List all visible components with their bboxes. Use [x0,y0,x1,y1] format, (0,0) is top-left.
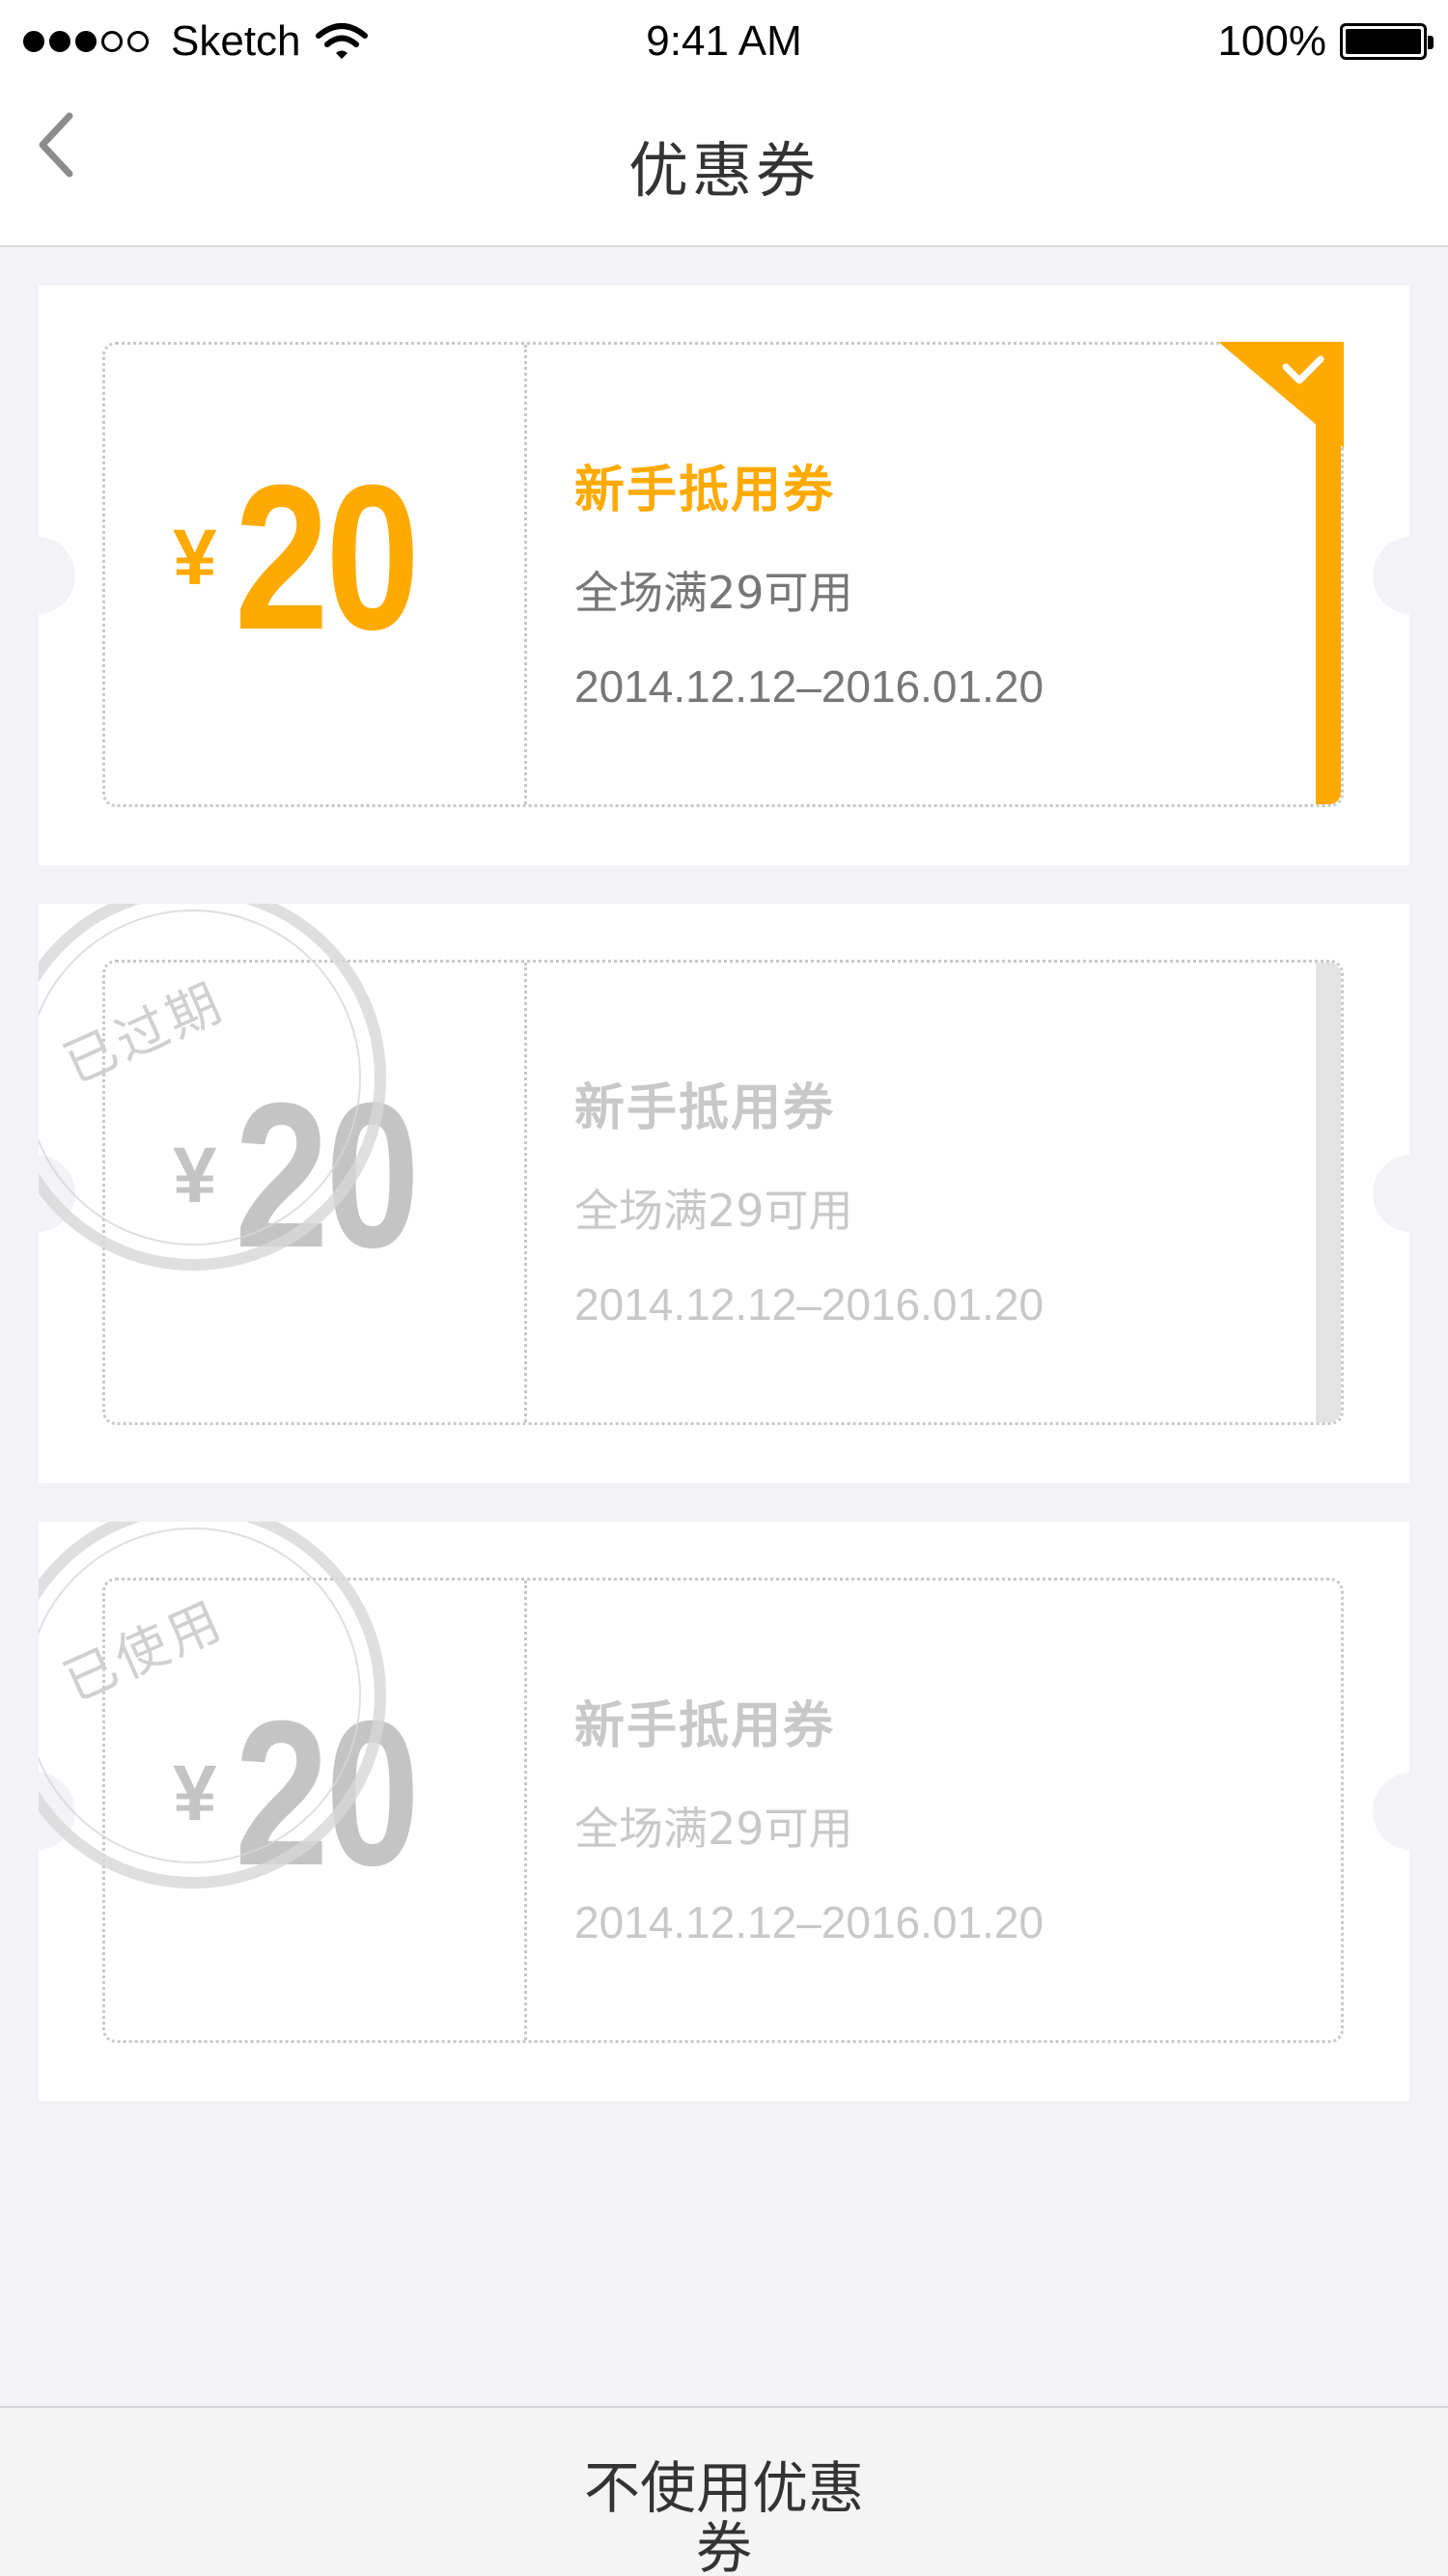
ticket-divider [524,345,527,804]
nav-bar: 优惠券 [0,83,1448,247]
coupon-condition: 全场满29可用 [574,567,853,619]
coupon-validity: 2014.12.12–2016.01.20 [574,661,1044,712]
coupon-card-expired: ¥ 20 新手抵用券 全场满29可用 2014.12.12–2016.01.20… [39,904,1409,1483]
coupon-name: 新手抵用券 [574,1697,836,1755]
coupon-info: 新手抵用券 全场满29可用 2014.12.12–2016.01.20 [574,449,1044,713]
coupon-info: 新手抵用券 全场满29可用 2014.12.12–2016.01.20 [574,1685,1044,1948]
ticket-divider [524,1581,527,2040]
coupon-condition: 全场满29可用 [574,1185,853,1237]
ticket-notch [1373,1773,1409,1850]
amount-value: 20 [234,442,420,673]
ticket-notch [1373,1155,1409,1232]
coupon-card-used: ¥ 20 新手抵用券 全场满29可用 2014.12.12–2016.01.20… [39,1522,1409,2101]
battery-icon [1340,23,1434,60]
coupon-validity: 2014.12.12–2016.01.20 [574,1897,1044,1947]
used-stamp: 已使用 [39,1522,386,1889]
coupon-card-selected[interactable]: ¥ 20 新手抵用券 全场满29可用 2014.12.12–2016.01.20 [39,286,1409,865]
currency-symbol: ¥ [173,513,217,602]
ticket-notch [39,537,75,614]
no-coupon-label: 不使用优惠券 [583,2455,864,2576]
checkmark-icon [1218,342,1344,448]
coupon-validity: 2014.12.12–2016.01.20 [574,1279,1044,1330]
coupon-amount: ¥ 20 [173,442,457,673]
expired-stamp: 已过期 [39,904,386,1271]
ticket-divider [524,963,527,1422]
ticket-notch [1373,537,1409,614]
coupon-info: 新手抵用券 全场满29可用 2014.12.12–2016.01.20 [574,1067,1044,1330]
status-right: 100% [1217,17,1434,66]
page-title: 优惠券 [627,135,820,206]
coupon-condition: 全场满29可用 [574,1803,853,1855]
inactive-indicator-bar [1316,963,1341,1422]
coupon-name: 新手抵用券 [574,462,836,519]
coupon-ticket: ¥ 20 新手抵用券 全场满29可用 2014.12.12–2016.01.20 [102,342,1344,807]
coupon-name: 新手抵用券 [574,1079,836,1137]
battery-percent: 100% [1217,17,1326,65]
header: Sketch 9:41 AM 100% 优惠券 [0,0,1448,247]
no-coupon-button[interactable]: 不使用优惠券 [0,2406,1448,2576]
status-bar: Sketch 9:41 AM 100% [0,0,1448,83]
